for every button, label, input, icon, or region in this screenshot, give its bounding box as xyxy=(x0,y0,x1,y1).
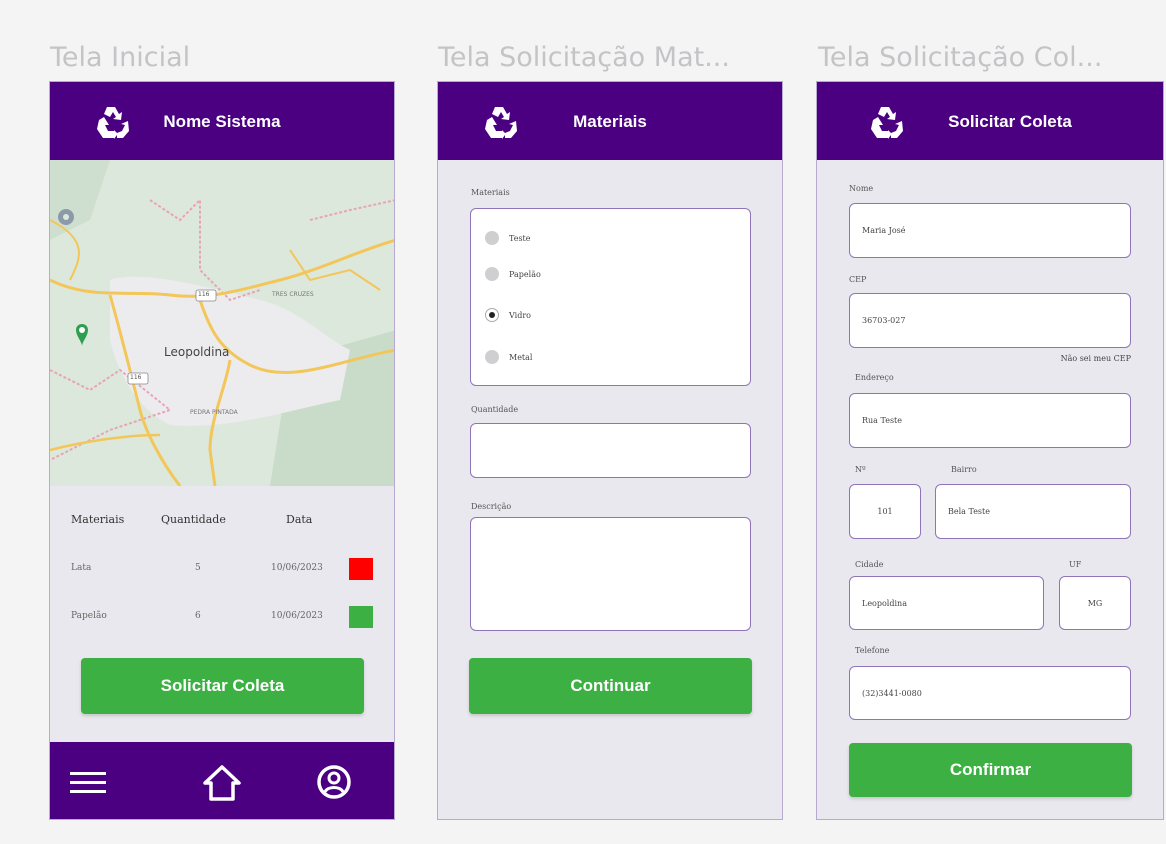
collect-header-title: Solicitar Coleta xyxy=(948,112,1072,131)
frame-title-home: Tela Inicial xyxy=(50,42,191,73)
col-header-quantity: Quantidade xyxy=(161,513,226,526)
district-value: Bela Teste xyxy=(948,507,990,516)
radio-metal[interactable] xyxy=(485,350,499,364)
description-field[interactable] xyxy=(470,517,751,631)
row-date: 10/06/2023 xyxy=(271,611,323,621)
home-icon[interactable] xyxy=(202,764,242,802)
cep-field[interactable]: 36703-027 xyxy=(849,293,1131,348)
map-area-label: PEDRA PINTADA xyxy=(190,409,238,416)
materials-radio-group: Teste Papelão Vidro Metal xyxy=(470,208,751,386)
address-value: Rua Teste xyxy=(862,416,902,425)
status-indicator-red xyxy=(349,558,373,580)
city-field[interactable]: Leopoldina xyxy=(849,576,1044,630)
map-road-label: 116 xyxy=(130,374,142,381)
continuar-button[interactable]: Continuar xyxy=(469,658,752,714)
name-value: Maria José xyxy=(862,226,906,235)
home-screen: Nome Sistema 116 116 TRES CRUZES PEDRA P… xyxy=(49,81,395,820)
address-field[interactable]: Rua Teste xyxy=(849,393,1131,448)
phone-field[interactable]: (32)3441-0080 xyxy=(849,666,1131,720)
col-header-date: Data xyxy=(286,513,313,526)
radio-label: Papelão xyxy=(509,270,541,279)
row-quantity: 5 xyxy=(195,563,201,573)
map-city-label: Leopoldina xyxy=(164,345,230,359)
name-label: Nome xyxy=(849,184,874,193)
frame-title-materials: Tela Solicitação Mat... xyxy=(438,42,730,73)
radio-label: Teste xyxy=(509,234,531,243)
user-icon[interactable] xyxy=(316,764,352,800)
menu-icon[interactable] xyxy=(70,770,110,794)
radio-label: Vidro xyxy=(509,311,531,320)
name-field[interactable]: Maria José xyxy=(849,203,1131,258)
city-label: Cidade xyxy=(855,560,884,569)
radio-papelao[interactable] xyxy=(485,267,499,281)
collect-header: Solicitar Coleta xyxy=(817,82,1163,160)
quantity-field[interactable] xyxy=(470,423,751,478)
solicitar-coleta-button[interactable]: Solicitar Coleta xyxy=(81,658,364,714)
row-material: Lata xyxy=(71,563,92,573)
status-indicator-green xyxy=(349,606,373,628)
row-material: Papelão xyxy=(71,611,107,621)
district-field[interactable]: Bela Teste xyxy=(935,484,1131,539)
phone-value: (32)3441-0080 xyxy=(862,688,922,698)
district-label: Bairro xyxy=(951,465,977,474)
row-quantity: 6 xyxy=(195,611,201,621)
cep-label: CEP xyxy=(849,275,867,284)
radio-label: Metal xyxy=(509,353,533,362)
row-date: 10/06/2023 xyxy=(271,563,323,573)
frame-title-collect: Tela Solicitação Col... xyxy=(818,42,1103,73)
bottom-nav xyxy=(50,742,394,819)
uf-label: UF xyxy=(1069,560,1082,569)
map-view[interactable]: 116 116 TRES CRUZES PEDRA PINTADA Leopol… xyxy=(50,160,394,486)
uf-value: MG xyxy=(1087,598,1103,608)
address-label: Endereço xyxy=(855,373,894,382)
home-header: Nome Sistema xyxy=(50,82,394,160)
description-label: Descrição xyxy=(471,502,512,511)
materials-label: Materiais xyxy=(471,188,510,197)
materials-header: Materiais xyxy=(438,82,782,160)
home-header-title: Nome Sistema xyxy=(163,112,281,131)
radio-vidro[interactable] xyxy=(485,308,499,322)
collect-screen: Solicitar Coleta Nome Maria José CEP 367… xyxy=(816,81,1164,820)
map-area-label: TRES CRUZES xyxy=(272,291,314,298)
cep-help-link[interactable]: Não sei meu CEP xyxy=(1061,354,1131,363)
number-value: 101 xyxy=(877,507,893,516)
number-label: Nº xyxy=(855,465,866,474)
cep-value: 36703-027 xyxy=(862,316,906,325)
uf-field[interactable]: MG xyxy=(1059,576,1131,630)
confirmar-button[interactable]: Confirmar xyxy=(849,743,1132,797)
city-value: Leopoldina xyxy=(862,598,907,608)
quantity-label: Quantidade xyxy=(471,405,519,414)
materials-header-title: Materiais xyxy=(573,112,647,131)
col-header-materials: Materiais xyxy=(71,513,125,526)
radio-teste[interactable] xyxy=(485,231,499,245)
map-graphic xyxy=(50,160,394,486)
map-road-label: 116 xyxy=(198,291,210,298)
number-field[interactable]: 101 xyxy=(849,484,921,539)
materials-screen: Materiais Materiais Teste Papelão Vidro … xyxy=(437,81,783,820)
phone-label: Telefone xyxy=(855,646,890,655)
